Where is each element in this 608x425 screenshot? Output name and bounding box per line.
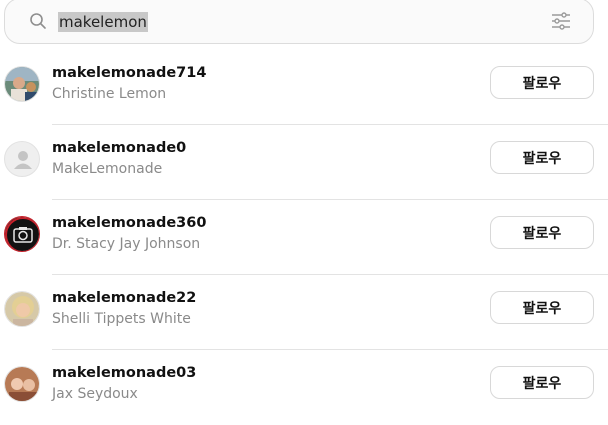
username[interactable]: makelemonade360 [52, 215, 206, 231]
follow-button[interactable]: 팔로우 [490, 366, 594, 399]
avatar[interactable] [4, 66, 40, 102]
avatar[interactable] [4, 141, 40, 177]
follow-button[interactable]: 팔로우 [490, 66, 594, 99]
username[interactable]: makelemonade03 [52, 365, 196, 381]
display-name: Jax Seydoux [52, 386, 138, 402]
avatar[interactable] [4, 291, 40, 327]
username[interactable]: makelemonade714 [52, 65, 206, 81]
search-icon [30, 13, 46, 29]
display-name: MakeLemonade [52, 161, 163, 177]
list-item[interactable]: makelemonade22 Shelli Tippets White 팔로우 [0, 275, 608, 350]
sliders-icon[interactable] [551, 12, 571, 30]
search-input[interactable]: makelemon [58, 12, 148, 32]
username[interactable]: makelemonade0 [52, 140, 186, 156]
search-bar[interactable]: makelemon [4, 0, 594, 44]
display-name: Shelli Tippets White [52, 311, 191, 327]
display-name: Dr. Stacy Jay Johnson [52, 236, 201, 252]
list-item[interactable]: makelemonade360 Dr. Stacy Jay Johnson 팔로… [0, 200, 608, 275]
avatar[interactable] [4, 366, 40, 402]
list-item[interactable]: makelemonade714 Christine Lemon 팔로우 [0, 50, 608, 125]
list-item[interactable]: makelemonade0 MakeLemonade 팔로우 [0, 125, 608, 200]
display-name: Christine Lemon [52, 86, 167, 102]
follow-button[interactable]: 팔로우 [490, 291, 594, 324]
default-avatar-icon [14, 151, 32, 169]
follow-button[interactable]: 팔로우 [490, 141, 594, 174]
list-item[interactable]: makelemonade03 Jax Seydoux 팔로우 [0, 350, 608, 425]
username[interactable]: makelemonade22 [52, 290, 196, 306]
follow-button[interactable]: 팔로우 [490, 216, 594, 249]
avatar[interactable] [4, 216, 40, 252]
